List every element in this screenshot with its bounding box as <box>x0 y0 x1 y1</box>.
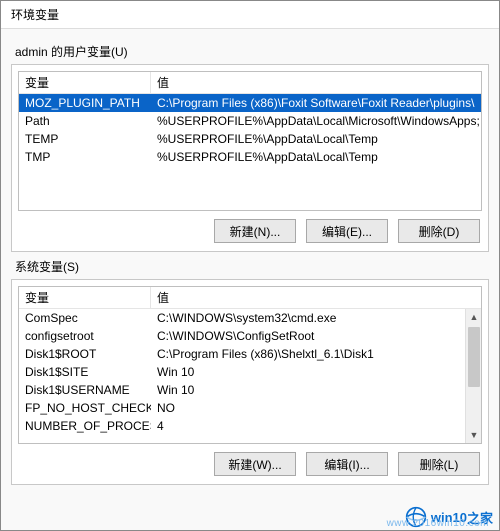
table-row[interactable]: Path%USERPROFILE%\AppData\Local\Microsof… <box>19 112 481 130</box>
var-value-cell: C:\Program Files (x86)\Shelxtl_6.1\Disk1 <box>151 345 481 363</box>
var-value-cell: %USERPROFILE%\AppData\Local\Temp <box>151 148 481 166</box>
user-edit-button[interactable]: 编辑(E)... <box>306 219 388 243</box>
system-vars-listview[interactable]: 变量 值 ComSpecC:\WINDOWS\system32\cmd.exec… <box>18 286 482 444</box>
listview-header[interactable]: 变量 值 <box>19 287 481 309</box>
var-name-cell: FP_NO_HOST_CHECK <box>19 399 151 417</box>
user-buttons: 新建(N)... 编辑(E)... 删除(D) <box>18 219 482 243</box>
system-edit-button[interactable]: 编辑(I)... <box>306 452 388 476</box>
vertical-scrollbar[interactable]: ▲ ▼ <box>465 309 481 443</box>
var-value-cell: NO <box>151 399 481 417</box>
var-name-cell: ComSpec <box>19 309 151 327</box>
table-row[interactable]: FP_NO_HOST_CHECKNO <box>19 399 481 417</box>
var-name-cell: TEMP <box>19 130 151 148</box>
var-value-cell: %USERPROFILE%\AppData\Local\Microsoft\Wi… <box>151 112 481 130</box>
client-area: admin 的用户变量(U) 变量 值 MOZ_PLUGIN_PATHC:\Pr… <box>1 29 499 501</box>
user-new-button[interactable]: 新建(N)... <box>214 219 296 243</box>
var-value-cell: C:\Program Files (x86)\Foxit Software\Fo… <box>151 94 481 112</box>
system-vars-group: 变量 值 ComSpecC:\WINDOWS\system32\cmd.exec… <box>11 279 489 485</box>
table-row[interactable]: Disk1$SITEWin 10 <box>19 363 481 381</box>
var-name-cell: Path <box>19 112 151 130</box>
table-row[interactable]: TEMP%USERPROFILE%\AppData\Local\Temp <box>19 130 481 148</box>
user-vars-listview[interactable]: 变量 值 MOZ_PLUGIN_PATHC:\Program Files (x8… <box>18 71 482 211</box>
col-header-value[interactable]: 值 <box>151 287 481 308</box>
var-value-cell: C:\WINDOWS\ConfigSetRoot <box>151 327 481 345</box>
window-titlebar[interactable]: 环境变量 <box>1 1 499 29</box>
var-value-cell: Win 10 <box>151 381 481 399</box>
table-row[interactable]: TMP%USERPROFILE%\AppData\Local\Temp <box>19 148 481 166</box>
table-row[interactable]: configsetrootC:\WINDOWS\ConfigSetRoot <box>19 327 481 345</box>
table-row[interactable]: Disk1$ROOTC:\Program Files (x86)\Shelxtl… <box>19 345 481 363</box>
watermark-url: www.2016win10.com <box>387 518 489 529</box>
var-name-cell: configsetroot <box>19 327 151 345</box>
var-name-cell: Disk1$ROOT <box>19 345 151 363</box>
var-value-cell: 4 <box>151 417 481 435</box>
scroll-down-arrow-icon[interactable]: ▼ <box>466 427 482 443</box>
table-row[interactable]: ComSpecC:\WINDOWS\system32\cmd.exe <box>19 309 481 327</box>
table-row[interactable]: NUMBER_OF_PROCESSORS4 <box>19 417 481 435</box>
user-delete-button[interactable]: 删除(D) <box>398 219 480 243</box>
listview-header[interactable]: 变量 值 <box>19 72 481 94</box>
var-name-cell: NUMBER_OF_PROCESSORS <box>19 417 151 435</box>
scroll-thumb[interactable] <box>468 327 480 387</box>
watermark: win10之家 www.2016win10.com <box>405 506 493 528</box>
user-vars-group: 变量 值 MOZ_PLUGIN_PATHC:\Program Files (x8… <box>11 64 489 252</box>
col-header-value[interactable]: 值 <box>151 72 481 93</box>
var-name-cell: Disk1$SITE <box>19 363 151 381</box>
watermark-brand-a: win10 <box>431 510 467 525</box>
table-row[interactable]: MOZ_PLUGIN_PATHC:\Program Files (x86)\Fo… <box>19 94 481 112</box>
var-value-cell: Win 10 <box>151 363 481 381</box>
scroll-up-arrow-icon[interactable]: ▲ <box>466 309 482 325</box>
globe-icon <box>405 506 427 528</box>
system-new-button[interactable]: 新建(W)... <box>214 452 296 476</box>
env-vars-dialog: 环境变量 admin 的用户变量(U) 变量 值 MOZ_PLUGIN_PATH… <box>0 0 500 531</box>
var-name-cell: TMP <box>19 148 151 166</box>
var-name-cell: MOZ_PLUGIN_PATH <box>19 94 151 112</box>
var-value-cell: %USERPROFILE%\AppData\Local\Temp <box>151 130 481 148</box>
var-value-cell: C:\WINDOWS\system32\cmd.exe <box>151 309 481 327</box>
col-header-name[interactable]: 变量 <box>19 287 151 308</box>
table-row[interactable]: Disk1$USERNAMEWin 10 <box>19 381 481 399</box>
col-header-name[interactable]: 变量 <box>19 72 151 93</box>
user-vars-label: admin 的用户变量(U) <box>15 43 489 60</box>
window-title: 环境变量 <box>11 8 59 22</box>
var-name-cell: Disk1$USERNAME <box>19 381 151 399</box>
system-vars-label: 系统变量(S) <box>15 258 489 275</box>
system-buttons: 新建(W)... 编辑(I)... 删除(L) <box>18 452 482 476</box>
watermark-brand-b: 之家 <box>467 508 493 527</box>
system-delete-button[interactable]: 删除(L) <box>398 452 480 476</box>
